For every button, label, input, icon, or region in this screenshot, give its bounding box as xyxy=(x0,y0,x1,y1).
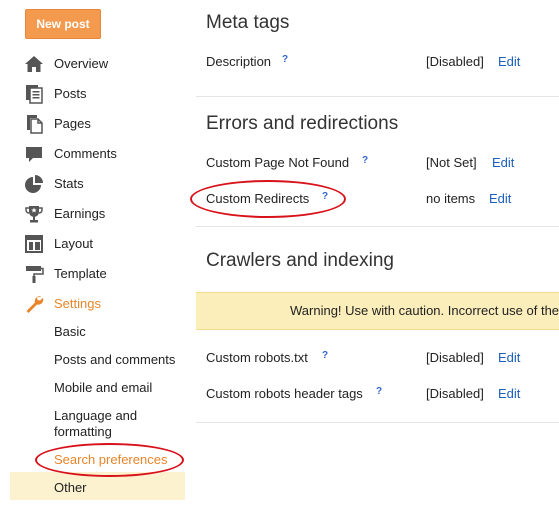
comment-icon xyxy=(26,147,42,162)
edit-redirects-link[interactable]: Edit xyxy=(489,191,511,206)
sidebar-item-label: Pages xyxy=(54,116,91,131)
setting-value: [Not Set] xyxy=(426,155,477,170)
sidebar-item-label: Posts xyxy=(54,86,87,101)
pie-chart-icon xyxy=(25,175,43,193)
layout-icon xyxy=(25,235,43,253)
section-divider xyxy=(196,96,559,97)
setting-value: [Disabled] xyxy=(426,350,484,365)
sidebar-item-earnings[interactable]: Earnings xyxy=(0,198,196,228)
paint-roller-icon xyxy=(26,266,44,283)
setting-row-custom-robots-txt: Custom robots.txt ? [Disabled] Edit xyxy=(206,350,559,370)
help-icon[interactable]: ? xyxy=(322,191,328,202)
settings-sub-language-and-formatting[interactable]: Language and formatting xyxy=(0,408,196,444)
setting-value: [Disabled] xyxy=(426,54,484,69)
sidebar-item-label: Layout xyxy=(54,236,94,251)
sidebar-item-settings[interactable]: Settings xyxy=(0,288,196,318)
edit-not-found-link[interactable]: Edit xyxy=(492,155,514,170)
sidebar: New post Overview Posts Pages Comments S… xyxy=(0,0,196,515)
setting-row-description: Description ? [Disabled] Edit xyxy=(206,54,559,74)
sidebar-item-label: Comments xyxy=(54,146,117,161)
settings-sub-other[interactable]: Other xyxy=(10,472,185,500)
trophy-icon xyxy=(25,206,43,223)
settings-sub-search-preferences[interactable]: Search preferences xyxy=(0,452,196,470)
sidebar-item-label: Stats xyxy=(54,176,84,191)
edit-robots-txt-link[interactable]: Edit xyxy=(498,350,520,365)
setting-row-custom-robots-header-tags: Custom robots header tags ? [Disabled] E… xyxy=(206,386,559,406)
pages-icon xyxy=(27,115,43,134)
help-icon[interactable]: ? xyxy=(376,386,382,397)
sidebar-item-pages[interactable]: Pages xyxy=(0,108,196,138)
sidebar-item-label: Earnings xyxy=(54,206,106,221)
settings-sub-mobile-and-email[interactable]: Mobile and email xyxy=(0,380,196,398)
warning-banner: Warning! Use with caution. Incorrect use… xyxy=(196,292,559,330)
section-divider xyxy=(196,422,559,423)
sidebar-item-layout[interactable]: Layout xyxy=(0,228,196,258)
setting-label: Custom robots header tags xyxy=(206,386,363,401)
settings-sub-posts-and-comments[interactable]: Posts and comments xyxy=(0,352,196,370)
help-icon[interactable]: ? xyxy=(282,54,288,65)
sidebar-item-stats[interactable]: Stats xyxy=(0,168,196,198)
edit-description-link[interactable]: Edit xyxy=(498,54,520,69)
section-divider xyxy=(196,226,559,227)
help-icon[interactable]: ? xyxy=(322,350,328,361)
setting-value: no items xyxy=(426,191,476,206)
setting-row-custom-redirects: Custom Redirects ? no items Edit xyxy=(206,191,559,211)
setting-label: Custom Page Not Found xyxy=(206,155,350,170)
posts-icon xyxy=(26,85,43,104)
setting-row-custom-page-not-found: Custom Page Not Found ? [Not Set] Edit xyxy=(206,155,559,175)
section-title-errors: Errors and redirections xyxy=(206,113,399,134)
sidebar-item-label: Settings xyxy=(54,296,101,311)
sidebar-item-label: Overview xyxy=(54,56,109,71)
sidebar-item-label: Template xyxy=(54,266,107,281)
section-title-meta-tags: Meta tags xyxy=(206,12,290,33)
setting-label: Custom robots.txt xyxy=(206,350,308,365)
sidebar-item-template[interactable]: Template xyxy=(0,258,196,288)
setting-label: Custom Redirects xyxy=(206,191,310,206)
main-content: Meta tags Description ? [Disabled] Edit … xyxy=(190,0,559,515)
warning-text: Warning! Use with caution. Incorrect use… xyxy=(290,303,559,318)
settings-sub-basic[interactable]: Basic xyxy=(0,324,196,342)
help-icon[interactable]: ? xyxy=(362,155,368,166)
section-title-crawlers: Crawlers and indexing xyxy=(206,250,394,271)
sidebar-item-comments[interactable]: Comments xyxy=(0,138,196,168)
new-post-button[interactable]: New post xyxy=(25,9,101,39)
sidebar-item-posts[interactable]: Posts xyxy=(0,78,196,108)
edit-robots-header-link[interactable]: Edit xyxy=(498,386,520,401)
wrench-icon xyxy=(26,296,44,313)
setting-value: [Disabled] xyxy=(426,386,484,401)
home-icon xyxy=(25,56,43,72)
sidebar-item-overview[interactable]: Overview xyxy=(0,48,196,78)
setting-label: Description xyxy=(206,54,272,69)
